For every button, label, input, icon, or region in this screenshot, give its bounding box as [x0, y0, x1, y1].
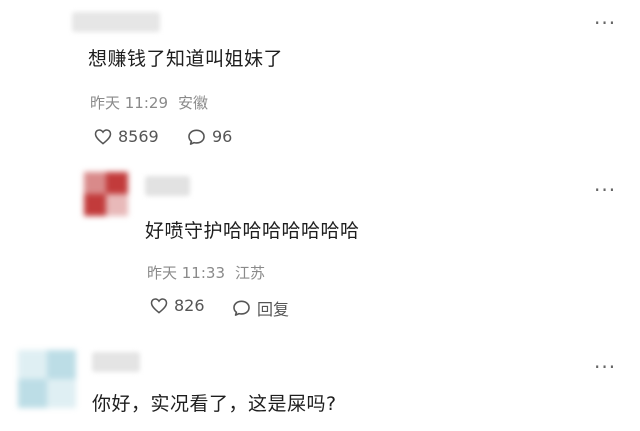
comment-time: 昨天 11:29 — [90, 94, 168, 112]
comment-location: 安徽 — [178, 94, 209, 112]
more-dots-icon[interactable]: ··· — [594, 357, 616, 377]
like-button[interactable]: 826 — [150, 296, 205, 315]
heart-outline-icon — [150, 298, 168, 314]
comment-text: 想赚钱了知道叫姐妹了 — [88, 48, 284, 70]
heart-outline-icon — [94, 129, 112, 145]
like-count: 8569 — [118, 127, 159, 146]
avatar-pixel — [47, 379, 76, 408]
speech-bubble-icon — [188, 128, 205, 145]
comment-text: 好喷守护哈哈哈哈哈哈哈 — [145, 220, 360, 242]
speech-bubble-icon — [233, 300, 250, 316]
comment-button[interactable]: 96 — [187, 127, 232, 146]
like-button[interactable]: 8569 — [94, 127, 159, 146]
username-blurred[interactable] — [92, 352, 140, 372]
avatar-pixel — [47, 350, 76, 379]
more-dots-icon[interactable]: ··· — [594, 13, 616, 33]
avatar-pixel — [84, 172, 106, 194]
avatar-pixel — [84, 194, 106, 216]
comment-time: 昨天 11:33 — [147, 264, 225, 282]
avatar-pixel — [106, 172, 128, 194]
avatar[interactable] — [18, 350, 76, 408]
username-blurred[interactable] — [72, 12, 160, 32]
reply-label: 回复 — [257, 300, 290, 319]
comment-meta: 昨天 11:29 安徽 — [90, 92, 218, 113]
avatar-pixel — [18, 379, 47, 408]
avatar[interactable] — [84, 172, 128, 216]
comment-text: 你好，实况看了，这是屎吗? — [92, 393, 337, 415]
reply-button[interactable]: 回复 — [232, 296, 289, 320]
comment-meta: 昨天 11:33 江苏 — [147, 262, 275, 283]
avatar-pixel — [106, 194, 128, 216]
avatar-pixel — [18, 350, 47, 379]
reply-count: 96 — [212, 127, 233, 146]
more-dots-icon[interactable]: ··· — [594, 180, 616, 200]
comment-location: 江苏 — [235, 264, 266, 282]
like-count: 826 — [174, 296, 205, 315]
username-blurred[interactable] — [145, 176, 190, 196]
